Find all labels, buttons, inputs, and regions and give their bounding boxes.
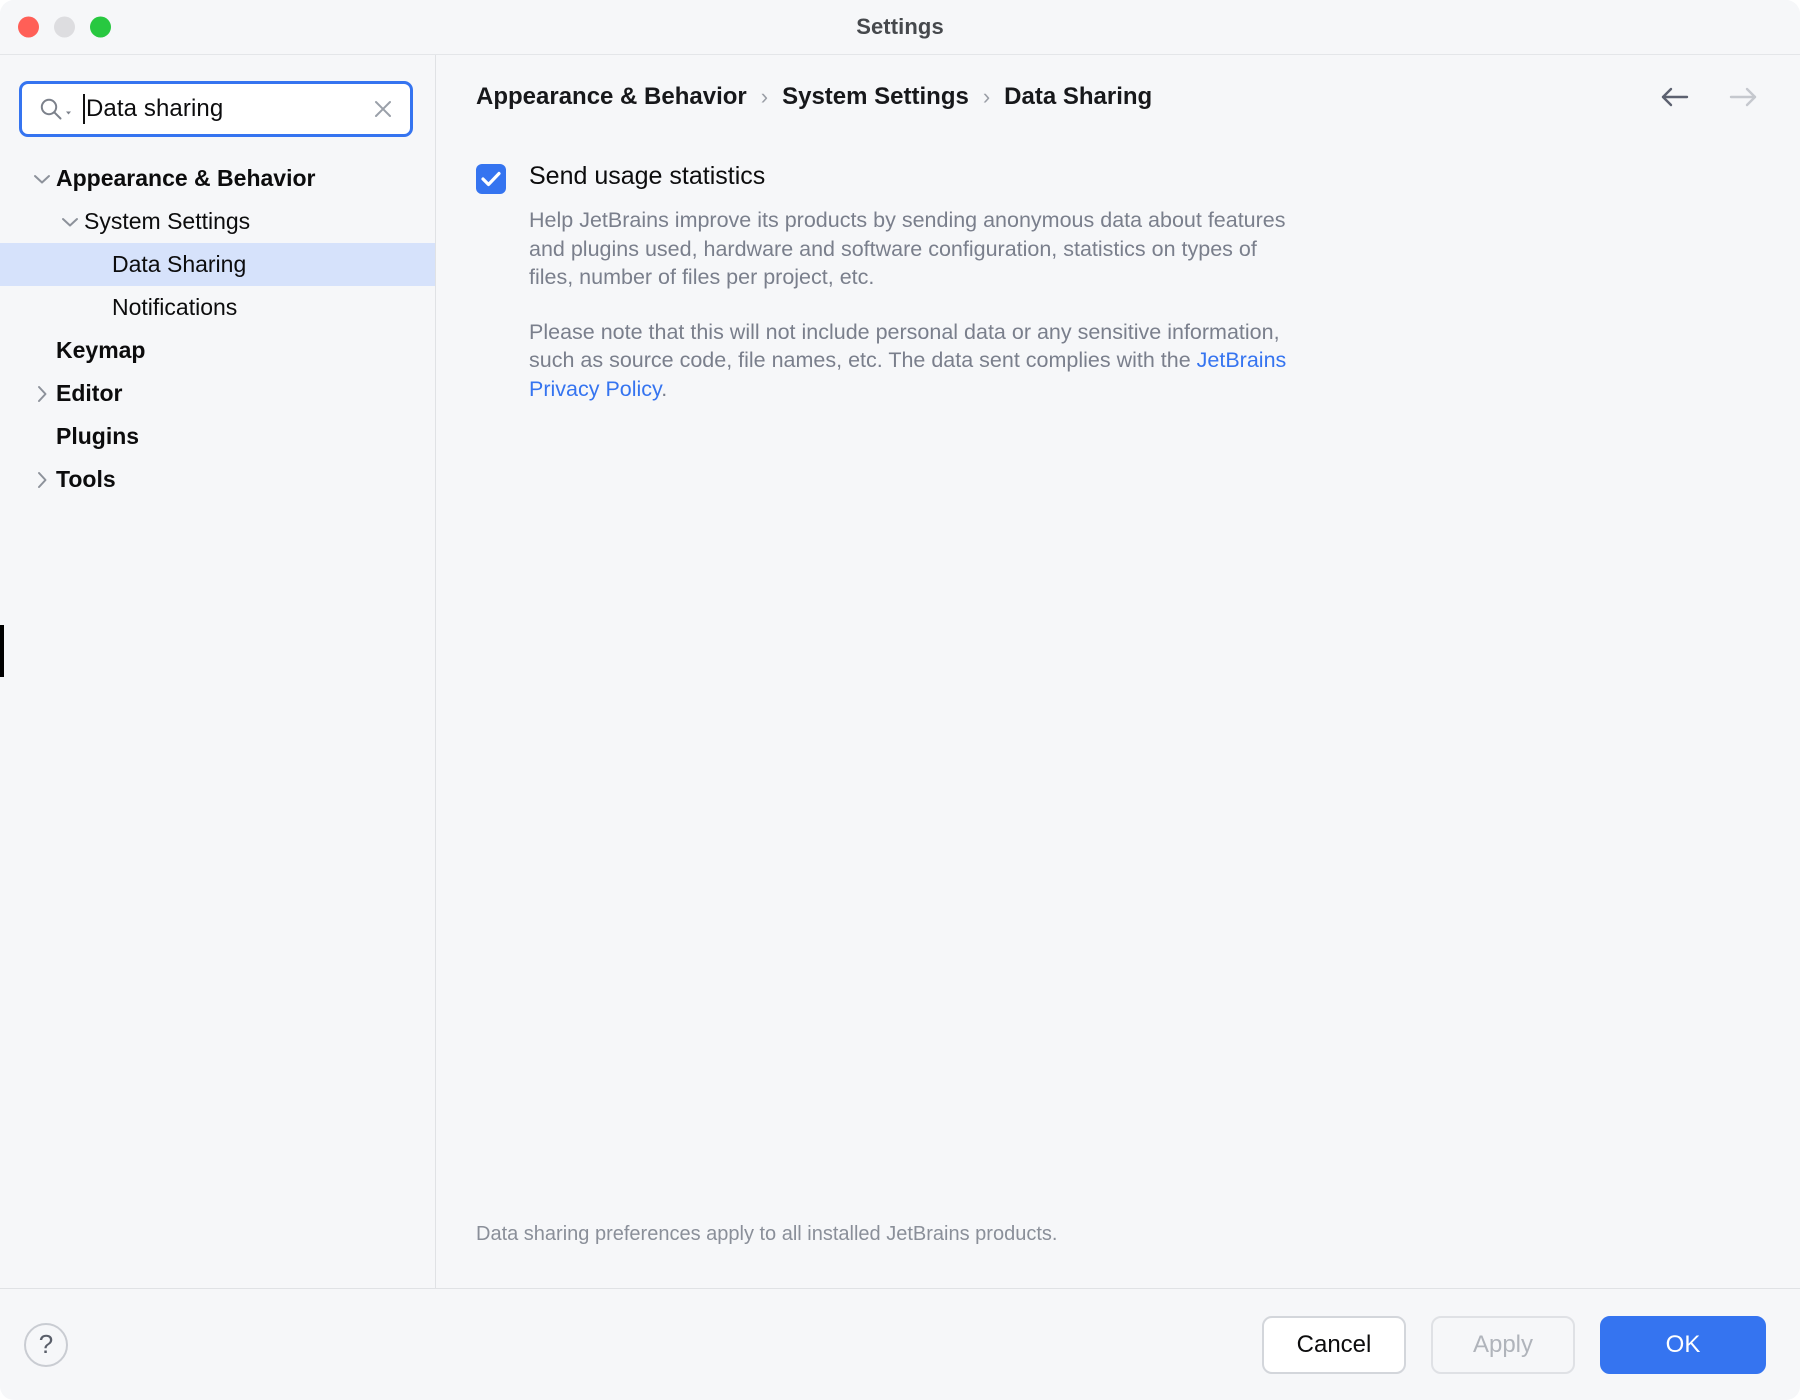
search-icon[interactable] xyxy=(38,96,71,122)
breadcrumb-separator-icon: › xyxy=(969,84,1004,110)
apply-button[interactable]: Apply xyxy=(1431,1316,1575,1374)
sidebar-item-notifications[interactable]: Notifications xyxy=(0,286,435,329)
traffic-lights xyxy=(18,17,111,38)
send-usage-statistics-label: Send usage statistics xyxy=(529,159,765,194)
sidebar-item-tools[interactable]: Tools xyxy=(0,458,435,501)
sidebar-item-label: Data Sharing xyxy=(84,251,246,278)
arrow-left-icon[interactable] xyxy=(1658,80,1692,114)
sidebar-item-appearance-behavior[interactable]: Appearance & Behavior xyxy=(0,157,435,200)
sidebar-item-system-settings[interactable]: System Settings xyxy=(0,200,435,243)
breadcrumb-separator-icon: › xyxy=(747,84,782,110)
sidebar-item-keymap[interactable]: Keymap xyxy=(0,329,435,372)
dialog-action-buttons: Cancel Apply OK xyxy=(1262,1316,1766,1374)
sidebar-item-label: Notifications xyxy=(84,294,237,321)
sidebar-item-label: Keymap xyxy=(56,337,145,364)
close-window-button[interactable] xyxy=(18,17,39,38)
check-icon xyxy=(481,171,501,187)
breadcrumb-bar: Appearance & Behavior › System Settings … xyxy=(436,55,1800,139)
window-title: Settings xyxy=(0,14,1800,40)
description-paragraph-1: Help JetBrains improve its products by s… xyxy=(529,206,1306,292)
clear-search-icon[interactable] xyxy=(370,96,396,122)
send-usage-statistics-row[interactable]: Send usage statistics xyxy=(476,159,1760,194)
paragraph-2-text-before: Please note that this will not include p… xyxy=(529,320,1280,373)
sidebar-item-label: Appearance & Behavior xyxy=(56,165,315,192)
ok-button[interactable]: OK xyxy=(1600,1316,1766,1374)
paragraph-2-text-after: . xyxy=(661,377,667,401)
sidebar-item-editor[interactable]: Editor xyxy=(0,372,435,415)
cancel-button[interactable]: Cancel xyxy=(1262,1316,1406,1374)
breadcrumb-item-system-settings[interactable]: System Settings xyxy=(782,83,969,111)
sidebar-item-label: Plugins xyxy=(56,423,139,450)
sidebar-item-label: Editor xyxy=(56,380,122,407)
sidebar-item-label: System Settings xyxy=(84,208,250,235)
description-block: Help JetBrains improve its products by s… xyxy=(476,206,1306,404)
settings-sidebar: Data sharing Appearance & B xyxy=(0,55,436,1288)
sidebar-item-data-sharing[interactable]: Data Sharing xyxy=(0,243,435,286)
search-field[interactable]: Data sharing xyxy=(19,81,413,137)
send-usage-statistics-checkbox[interactable] xyxy=(476,164,506,194)
arrow-right-icon[interactable] xyxy=(1726,80,1760,114)
chevron-down-icon[interactable] xyxy=(28,173,56,185)
sidebar-item-plugins[interactable]: Plugins xyxy=(0,415,435,458)
chevron-right-icon[interactable] xyxy=(28,471,56,489)
body-split: Data sharing Appearance & B xyxy=(0,54,1800,1288)
settings-tree: Appearance & Behavior System Settings Da… xyxy=(0,157,435,501)
description-paragraph-2: Please note that this will not include p… xyxy=(529,318,1306,404)
chevron-down-icon[interactable] xyxy=(56,216,84,228)
settings-content: Send usage statistics Help JetBrains imp… xyxy=(436,139,1800,1288)
text-caret xyxy=(83,94,85,124)
settings-window: Settings Data sharing xyxy=(0,0,1800,1400)
data-sharing-footnote: Data sharing preferences apply to all in… xyxy=(476,1223,1057,1246)
edge-caret-marker xyxy=(0,625,4,677)
chevron-down-icon xyxy=(66,108,71,118)
sidebar-item-label: Tools xyxy=(56,466,116,493)
title-bar: Settings xyxy=(0,0,1800,54)
chevron-right-icon[interactable] xyxy=(28,385,56,403)
breadcrumb: Appearance & Behavior › System Settings … xyxy=(476,83,1658,111)
breadcrumb-item-appearance-behavior[interactable]: Appearance & Behavior xyxy=(476,83,747,111)
maximize-window-button[interactable] xyxy=(90,17,111,38)
breadcrumb-item-data-sharing[interactable]: Data Sharing xyxy=(1004,83,1152,111)
help-button[interactable]: ? xyxy=(24,1323,68,1367)
minimize-window-button[interactable] xyxy=(54,17,75,38)
search-input[interactable]: Data sharing xyxy=(86,97,223,121)
search-text-area[interactable]: Data sharing xyxy=(83,84,370,134)
navigation-arrows xyxy=(1658,80,1760,114)
settings-main-pane: Appearance & Behavior › System Settings … xyxy=(436,55,1800,1288)
dialog-footer: ? Cancel Apply OK xyxy=(0,1288,1800,1400)
